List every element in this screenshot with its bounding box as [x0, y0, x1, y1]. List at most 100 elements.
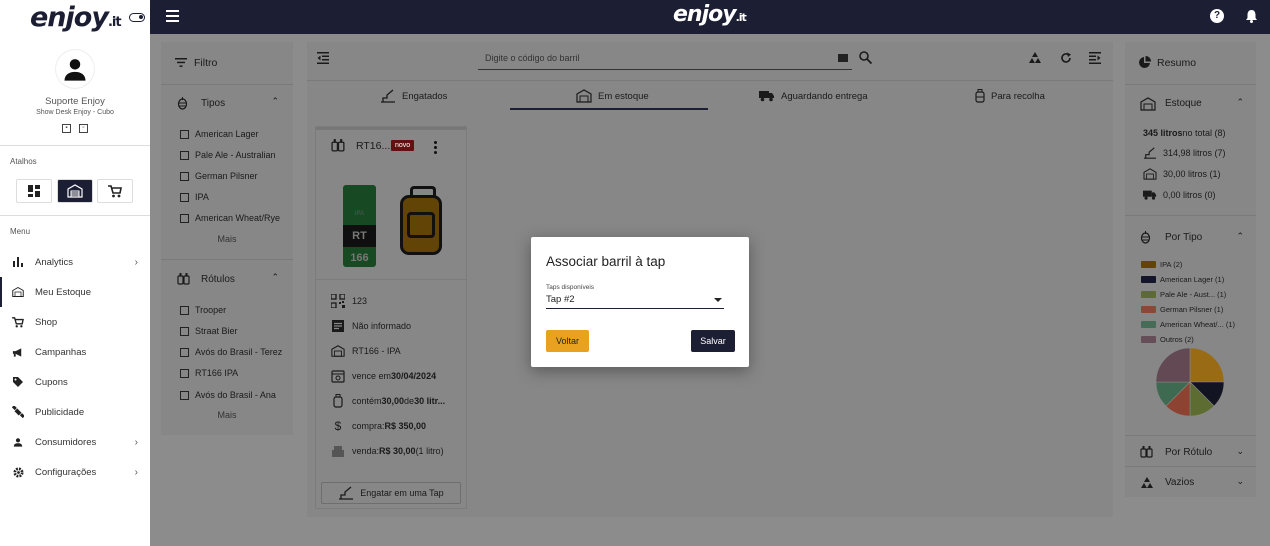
help-icon[interactable]: ? — [1210, 9, 1224, 23]
clear-input-icon[interactable] — [838, 54, 848, 62]
checkbox[interactable] — [180, 390, 189, 400]
checkbox[interactable] — [180, 347, 189, 357]
back-button[interactable]: Voltar — [546, 330, 589, 352]
checkbox[interactable] — [180, 326, 189, 336]
stock-aguardando: 0,00 litros (0) — [1143, 189, 1216, 201]
shortcut-warehouse[interactable] — [57, 179, 93, 203]
collapse-filter-icon[interactable] — [317, 52, 329, 64]
search-input[interactable]: Digite o código do barril — [478, 50, 852, 70]
checkbox[interactable] — [180, 192, 189, 202]
refresh-icon[interactable] — [1060, 52, 1072, 64]
menu-item-label: Configurações — [35, 466, 97, 478]
menu-item-publicidade[interactable]: Publicidade — [0, 397, 150, 427]
dropdown-arrow-icon[interactable] — [714, 298, 722, 302]
divider — [1125, 215, 1256, 216]
can-label-text: RT 166 — [343, 225, 376, 264]
filter-tipo-option[interactable]: Pale Ale - Australian — [180, 150, 276, 160]
cart-icon — [12, 316, 24, 328]
filter-rotulo-option[interactable]: Avós do Brasil - Ana — [180, 390, 276, 400]
menu-item-cupons[interactable]: Cupons — [0, 367, 150, 397]
taps-field-label: Taps disponíveis — [546, 284, 595, 291]
tab-label: Engatados — [402, 90, 448, 102]
save-button[interactable]: Salvar — [691, 330, 735, 352]
brand-logo[interactable]: enjoy.it — [30, 2, 122, 33]
barrel-card[interactable]: RT16... novo IPA RT 166 123 Não informad… — [316, 127, 466, 508]
option-label: German Pilsner — [195, 171, 258, 181]
menu-item-analytics[interactable]: Analytics › — [0, 247, 150, 277]
legend-swatch — [1141, 291, 1156, 298]
menu-item-shop[interactable]: Shop — [0, 307, 150, 337]
vazios-section-header[interactable]: Vazios ⌄ — [1125, 467, 1256, 497]
estoque-section-header[interactable]: Estoque ⌃ — [1125, 88, 1256, 118]
tipos-section-header[interactable]: Tipos ⌃ — [161, 88, 293, 118]
option-label: RT166 IPA — [195, 368, 239, 378]
stock-total-rest: no total (8) — [1182, 128, 1226, 138]
menu-item-label: Meu Estoque — [35, 286, 91, 298]
tab-em-estoque[interactable]: Em estoque — [576, 82, 649, 110]
expiry-prefix: vence em — [352, 371, 392, 381]
tipos-more-link[interactable]: Mais — [161, 234, 293, 244]
hamburger-icon[interactable] — [166, 10, 179, 22]
tab-label: Para recolha — [991, 90, 1045, 102]
collapse-summary-icon[interactable] — [1089, 52, 1101, 64]
filter-tipo-option[interactable]: IPA — [180, 192, 209, 202]
keg-image — [400, 186, 442, 255]
engatar-tap-button[interactable]: Engatar em uma Tap — [321, 482, 461, 504]
legend-label: American Lager (1) — [1160, 275, 1225, 284]
top-brand-logo[interactable]: enjoy.it — [673, 2, 747, 27]
option-label: Straat Bier — [195, 326, 238, 336]
bell-icon[interactable] — [1245, 9, 1258, 26]
option-label: American Wheat/Rye — [195, 213, 281, 223]
logout-icon[interactable]: ▫ — [79, 124, 88, 133]
filter-icon — [175, 58, 187, 67]
avatar[interactable] — [56, 50, 94, 88]
option-label: Avós do Brasil - Ana — [195, 390, 276, 400]
recycle-icon[interactable] — [1028, 51, 1042, 65]
por-tipo-section-header[interactable]: Por Tipo ⌃ — [1125, 222, 1256, 252]
shortcut-cart[interactable] — [97, 179, 133, 203]
menu-item-campanhas[interactable]: Campanhas — [0, 337, 150, 367]
info-purchase: $ compra: R$ 350,00 — [331, 419, 461, 433]
more-options-icon[interactable] — [434, 141, 437, 156]
profile-card-icon[interactable]: ▪ — [62, 124, 71, 133]
legend-label: German Pilsner (1) — [1160, 305, 1224, 314]
sidebar-toggle[interactable] — [128, 12, 145, 22]
sale-prefix: venda: — [352, 446, 380, 456]
barrel-code: RT16... — [356, 140, 391, 152]
tab-aguardando-entrega[interactable]: Aguardando entrega — [759, 82, 868, 110]
filter-tipo-option[interactable]: German Pilsner — [180, 171, 258, 181]
menu-item-label: Campanhas — [35, 346, 87, 358]
menu-item-configuracoes[interactable]: Configurações › — [0, 457, 150, 487]
tap-icon — [1144, 147, 1156, 159]
stock-line-value: 314,98 litros (7) — [1163, 148, 1226, 158]
filter-rotulo-option[interactable]: RT166 IPA — [180, 368, 238, 378]
bar-chart-icon — [12, 256, 24, 268]
tipos-title: Tipos — [201, 97, 226, 109]
checkbox[interactable] — [180, 368, 189, 378]
checkbox[interactable] — [180, 129, 189, 139]
vazios-title: Vazios — [1165, 476, 1195, 488]
por-rotulo-section-header[interactable]: Por Rótulo ⌄ — [1125, 437, 1256, 467]
filter-rotulo-option[interactable]: Straat Bier — [180, 326, 238, 336]
filter-tipo-option[interactable]: American Wheat/Rye — [180, 213, 280, 223]
filter-tipo-option[interactable]: American Lager — [180, 129, 259, 139]
rotulos-more-link[interactable]: Mais — [161, 410, 293, 420]
filter-rotulo-option[interactable]: Trooper — [180, 305, 226, 315]
menu-item-meu-estoque[interactable]: Meu Estoque — [0, 277, 150, 307]
legend-swatch — [1141, 336, 1156, 343]
search-icon[interactable] — [859, 51, 872, 64]
menu-item-consumidores[interactable]: Consumidores › — [0, 427, 150, 457]
pie-slice-0 — [1189, 347, 1225, 383]
checkbox[interactable] — [180, 305, 189, 315]
taps-select[interactable]: Tap #2 — [546, 293, 724, 309]
recycle-icon — [1141, 477, 1153, 488]
chevron-right-icon: › — [134, 466, 138, 478]
tab-engatados[interactable]: Engatados — [380, 82, 447, 110]
tab-para-recolha[interactable]: Para recolha — [975, 82, 1045, 110]
checkbox[interactable] — [180, 213, 189, 223]
shortcut-dashboard[interactable] — [16, 179, 52, 203]
checkbox[interactable] — [180, 171, 189, 181]
rotulos-section-header[interactable]: Rótulos ⌃ — [161, 264, 293, 294]
filter-rotulo-option[interactable]: Avós do Brasil - Terez — [180, 347, 282, 357]
checkbox[interactable] — [180, 150, 189, 160]
